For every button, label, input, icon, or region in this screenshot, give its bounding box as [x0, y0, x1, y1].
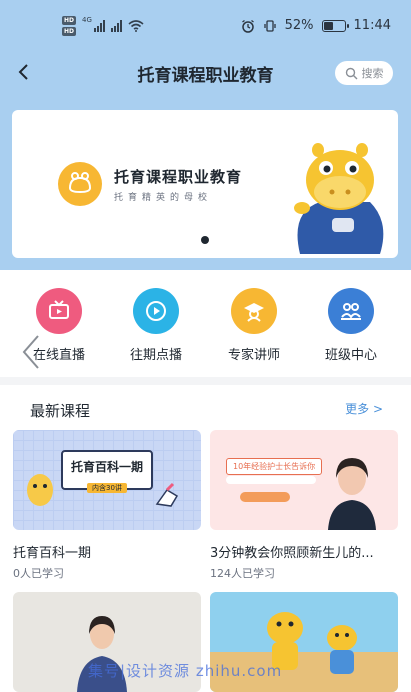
thumbnail-tag: 内含30讲	[87, 483, 127, 493]
thumbnail-board: 托育百科一期 内含30讲	[61, 450, 153, 493]
section-title: 最新课程	[30, 402, 91, 420]
course-title: 托育百科一期	[13, 546, 92, 561]
sim-indicators: HD HD	[62, 16, 76, 36]
course-thumbnail: 托育百科一期 内含30讲	[13, 430, 201, 530]
menu-item-experts[interactable]: 专家讲师	[209, 288, 299, 363]
graduation-cap-icon	[231, 288, 277, 334]
school-logo-icon	[68, 172, 92, 194]
search-icon	[345, 67, 357, 79]
clock: 11:44	[353, 18, 391, 33]
carousel-indicator-dot[interactable]	[201, 236, 209, 244]
menu-label: 班级中心	[324, 348, 377, 363]
course-learners: 0人已学习	[13, 567, 64, 580]
cartoon-character-icon	[27, 474, 53, 506]
banner-subtitle: 托育精英的母校	[114, 193, 213, 203]
banner-title: 托育课程职业教育	[114, 168, 243, 186]
thumbnail-headline: 10年经验护士长告诉你	[226, 458, 323, 475]
battery-fill	[323, 21, 334, 30]
thumbnail-title: 托育百科一期	[70, 460, 143, 474]
tv-icon	[36, 288, 82, 334]
menu-item-class-center[interactable]: 班级中心	[306, 288, 396, 363]
presenter-photo-icon	[328, 458, 376, 530]
battery-percent: 52%	[284, 18, 314, 33]
scroll-left-arrow-icon[interactable]	[18, 332, 44, 372]
search-label: 搜索	[361, 67, 384, 80]
network-type: 4G	[82, 16, 92, 24]
battery-icon	[321, 19, 349, 32]
signal-icon	[93, 20, 105, 32]
status-left: HD HD 4G	[62, 16, 144, 36]
hd-badge: HD	[62, 16, 76, 25]
course-thumbnail: 10年经验护士长告诉你	[210, 430, 398, 530]
status-right: 52% 11:44	[241, 18, 391, 33]
vibrate-icon	[263, 19, 276, 32]
thumbnail-line	[226, 476, 316, 484]
status-bar: HD HD 4G 52% 11:44	[0, 0, 411, 52]
play-circle-icon	[133, 288, 179, 334]
search-button[interactable]: 搜索	[335, 61, 393, 85]
more-link[interactable]: 更多 >	[345, 400, 383, 417]
menu-label: 专家讲师	[227, 348, 280, 363]
course-learners: 124人已学习	[210, 567, 275, 580]
hd-badge: HD	[62, 27, 76, 36]
app-header: 托育课程职业教育 搜索	[0, 56, 411, 90]
menu-label: 往期点播	[129, 348, 182, 363]
section-divider	[0, 377, 411, 385]
watermark-text: 集号|设计资源 zhihu.com	[88, 662, 283, 680]
course-card[interactable]: 10年经验护士长告诉你 3分钟教会你照顾新生儿的... 124人已学习	[210, 430, 398, 581]
signal-icon	[110, 20, 122, 32]
cartoon-hippo-icon	[327, 625, 357, 674]
menu-item-replay[interactable]: 往期点播	[111, 288, 201, 363]
school-logo	[58, 162, 102, 206]
course-card[interactable]: 托育百科一期 内含30讲 托育百科一期 0人已学习	[13, 430, 201, 581]
hand-icon	[155, 482, 179, 507]
course-title: 3分钟教会你照顾新生儿的...	[210, 546, 374, 561]
thumbnail-button-graphic	[240, 492, 290, 502]
wifi-icon	[128, 20, 144, 32]
hippo-mascot-icon	[294, 143, 384, 254]
group-icon	[328, 288, 374, 334]
quick-menu: 在线直播 往期点播 专家讲师 班级中心	[0, 270, 411, 375]
alarm-icon	[241, 19, 254, 33]
